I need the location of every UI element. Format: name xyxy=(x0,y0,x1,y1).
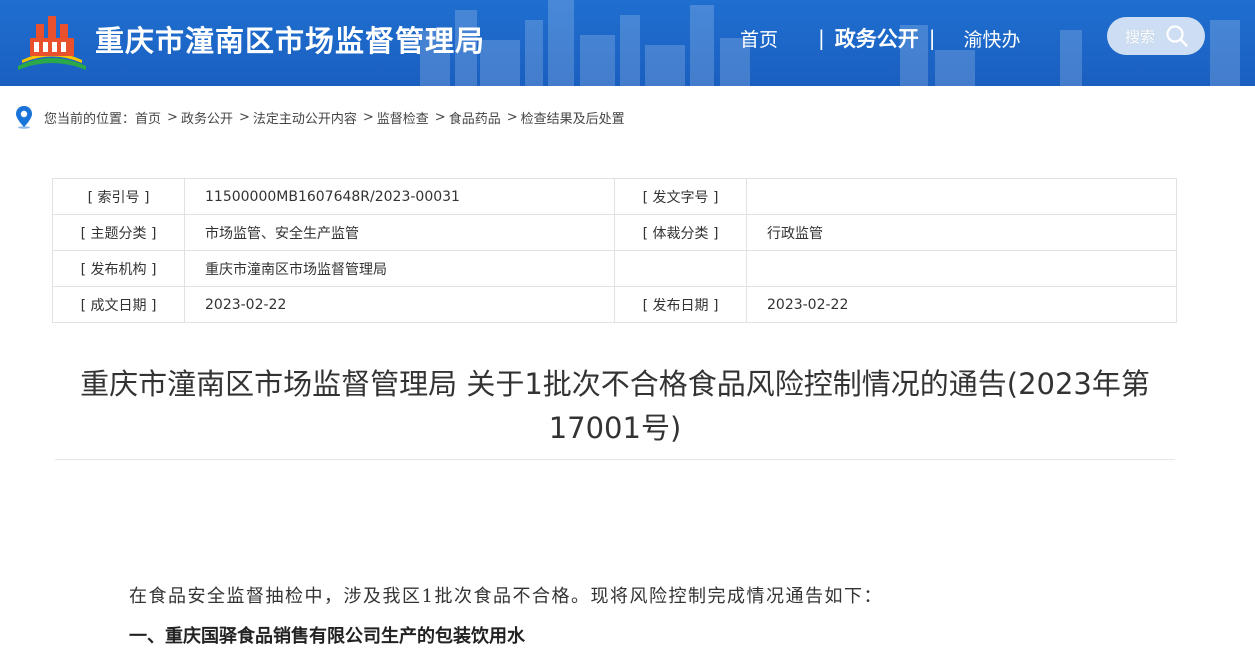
nav-separator: | xyxy=(818,26,825,50)
breadcrumb: 您当前的位置： 首页 > 政务公开 > 法定主动公开内容 > 监督检查 > 食品… xyxy=(14,104,625,130)
article-section-heading: 一、重庆国驿食品销售有限公司生产的包装饮用水 xyxy=(129,626,525,647)
search-label: 搜索 xyxy=(1125,27,1156,46)
article-paragraph: 在食品安全监督抽检中，涉及我区1批次食品不合格。现将风险控制完成情况通告如下： xyxy=(129,586,883,607)
breadcrumb-arrow: > xyxy=(167,109,178,125)
article-title-line: 17001号) xyxy=(548,411,682,445)
table-row: [ 主题分类 ] 市场监管、安全生产监管 [ 体裁分类 ] 行政监管 xyxy=(52,214,1177,251)
meta-value: 重庆市潼南区市场监督管理局 xyxy=(184,250,615,287)
meta-label: [ 发布日期 ] xyxy=(614,286,747,323)
meta-value xyxy=(746,250,1177,287)
breadcrumb-item-statutory-disclosure[interactable]: 法定主动公开内容 xyxy=(253,108,357,127)
search-button[interactable]: 搜索 xyxy=(1107,17,1205,55)
table-row: [ 索引号 ] 11500000MB1607648R/2023-00031 [ … xyxy=(52,178,1177,215)
table-row: [ 发布机构 ] 重庆市潼南区市场监督管理局 xyxy=(52,250,1177,287)
breadcrumb-arrow: > xyxy=(506,109,518,125)
meta-value: 11500000MB1607648R/2023-00031 xyxy=(184,178,615,215)
article-title-line: 重庆市潼南区市场监督管理局 关于1批次不合格食品风险控制情况的通告(2023年第 xyxy=(80,367,1150,401)
site-logo-icon xyxy=(18,16,86,70)
meta-value: 市场监管、安全生产监管 xyxy=(184,214,615,251)
nav-separator: | xyxy=(928,26,936,50)
location-pin-icon xyxy=(16,106,32,129)
meta-value: 行政监管 xyxy=(746,214,1177,251)
breadcrumb-arrow: > xyxy=(362,109,374,125)
meta-label: [ 体裁分类 ] xyxy=(614,214,747,251)
meta-label: [ 索引号 ] xyxy=(52,178,185,215)
breadcrumb-prefix: 您当前的位置： xyxy=(44,111,136,127)
breadcrumb-item-government-affairs[interactable]: 政务公开 xyxy=(181,108,233,127)
nav-government-affairs[interactable]: 政务公开 xyxy=(835,23,919,53)
breadcrumb-arrow: > xyxy=(238,109,250,125)
site-header: 重庆市潼南区市场监督管理局 首页 | 政务公开 | 渝快办 搜索 xyxy=(0,0,1255,86)
title-divider xyxy=(55,459,1175,460)
breadcrumb-arrow: > xyxy=(434,109,446,125)
breadcrumb-item-inspection-results[interactable]: 检查结果及后处置 xyxy=(521,108,625,127)
breadcrumb-item-food-drug[interactable]: 食品药品 xyxy=(449,108,501,127)
main-nav: 首页 | 政务公开 | 渝快办 xyxy=(740,22,1021,54)
meta-label: [ 发文字号 ] xyxy=(614,178,747,215)
meta-value: 2023-02-22 xyxy=(746,286,1177,323)
article-title: 重庆市潼南区市场监督管理局 关于1批次不合格食品风险控制情况的通告(2023年第… xyxy=(55,362,1175,450)
table-row: [ 成文日期 ] 2023-02-22 [ 发布日期 ] 2023-02-22 xyxy=(52,286,1177,323)
nav-home[interactable]: 首页 xyxy=(740,25,778,52)
breadcrumb-item-home[interactable]: 首页 xyxy=(135,108,161,127)
search-icon xyxy=(1166,25,1188,47)
meta-label xyxy=(614,250,747,287)
meta-label: [ 主题分类 ] xyxy=(52,214,185,251)
site-title[interactable]: 重庆市潼南区市场监督管理局 xyxy=(95,18,485,60)
meta-value: 2023-02-22 xyxy=(184,286,615,323)
breadcrumb-item-supervision[interactable]: 监督检查 xyxy=(377,108,429,127)
meta-label: [ 成文日期 ] xyxy=(52,286,185,323)
meta-value xyxy=(746,178,1177,215)
document-meta-table: [ 索引号 ] 11500000MB1607648R/2023-00031 [ … xyxy=(52,178,1177,323)
nav-yukuaiban[interactable]: 渝快办 xyxy=(964,25,1021,52)
meta-label: [ 发布机构 ] xyxy=(52,250,185,287)
